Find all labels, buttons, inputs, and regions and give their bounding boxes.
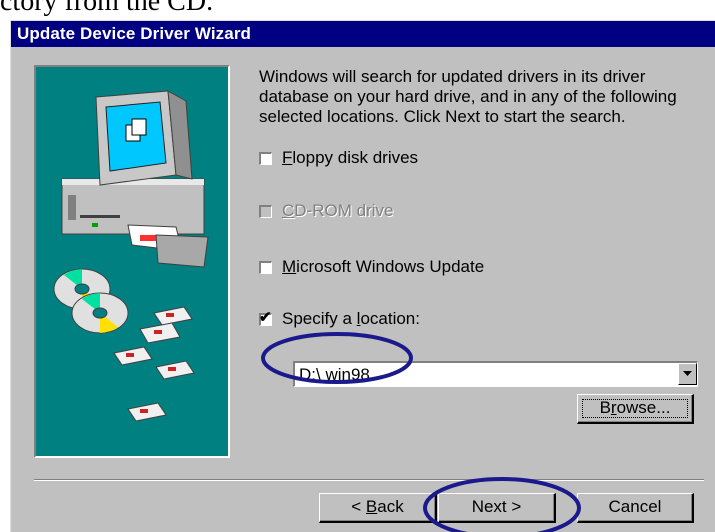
checkbox-cdrom-box xyxy=(259,204,272,218)
wizard-window: Update Device Driver Wizard Windows will… xyxy=(10,20,715,532)
window-title: Update Device Driver Wizard xyxy=(17,24,252,43)
checkbox-floppy[interactable]: Floppy disk drives xyxy=(259,147,418,169)
title-bar[interactable]: Update Device Driver Wizard xyxy=(11,21,715,47)
checkbox-windows-update[interactable]: Microsoft Windows Update xyxy=(259,256,484,278)
back-button[interactable]: < Back xyxy=(319,493,437,523)
dropdown-arrow-icon xyxy=(683,371,692,376)
checkbox-specify-location[interactable]: ✔ Specify a location: xyxy=(259,308,420,330)
wizard-graphic xyxy=(34,65,230,458)
checkbox-specify-location-label[interactable]: Specify a location: xyxy=(282,309,420,329)
document-text-fragment: ctory from the CD. xyxy=(0,0,214,17)
browse-button[interactable]: Browse... xyxy=(577,394,694,424)
description-text: Windows will search for updated drivers … xyxy=(259,67,677,126)
cancel-button[interactable]: Cancel xyxy=(577,493,694,523)
location-input[interactable]: D:\ win98 xyxy=(299,365,370,385)
floppy-icon xyxy=(113,306,195,422)
checkbox-specify-location-box[interactable]: ✔ xyxy=(259,308,272,326)
next-button[interactable]: Next > xyxy=(438,493,556,523)
computer-icon xyxy=(61,90,209,268)
location-dropdown-button[interactable] xyxy=(678,363,697,385)
checkbox-floppy-label[interactable]: Floppy disk drives xyxy=(282,148,418,168)
checkbox-windows-update-label[interactable]: Microsoft Windows Update xyxy=(282,257,484,277)
checkbox-cdrom-label: CD-ROM drive xyxy=(282,201,394,220)
separator xyxy=(34,479,704,481)
cd-icon xyxy=(53,268,129,334)
checkbox-windows-update-box[interactable] xyxy=(259,260,272,274)
checkbox-cdrom: CD-ROM drive xyxy=(259,200,393,222)
location-combobox[interactable]: D:\ win98 xyxy=(293,361,698,387)
checkbox-floppy-box[interactable] xyxy=(259,151,272,165)
checkmark-icon: ✔ xyxy=(259,308,272,326)
